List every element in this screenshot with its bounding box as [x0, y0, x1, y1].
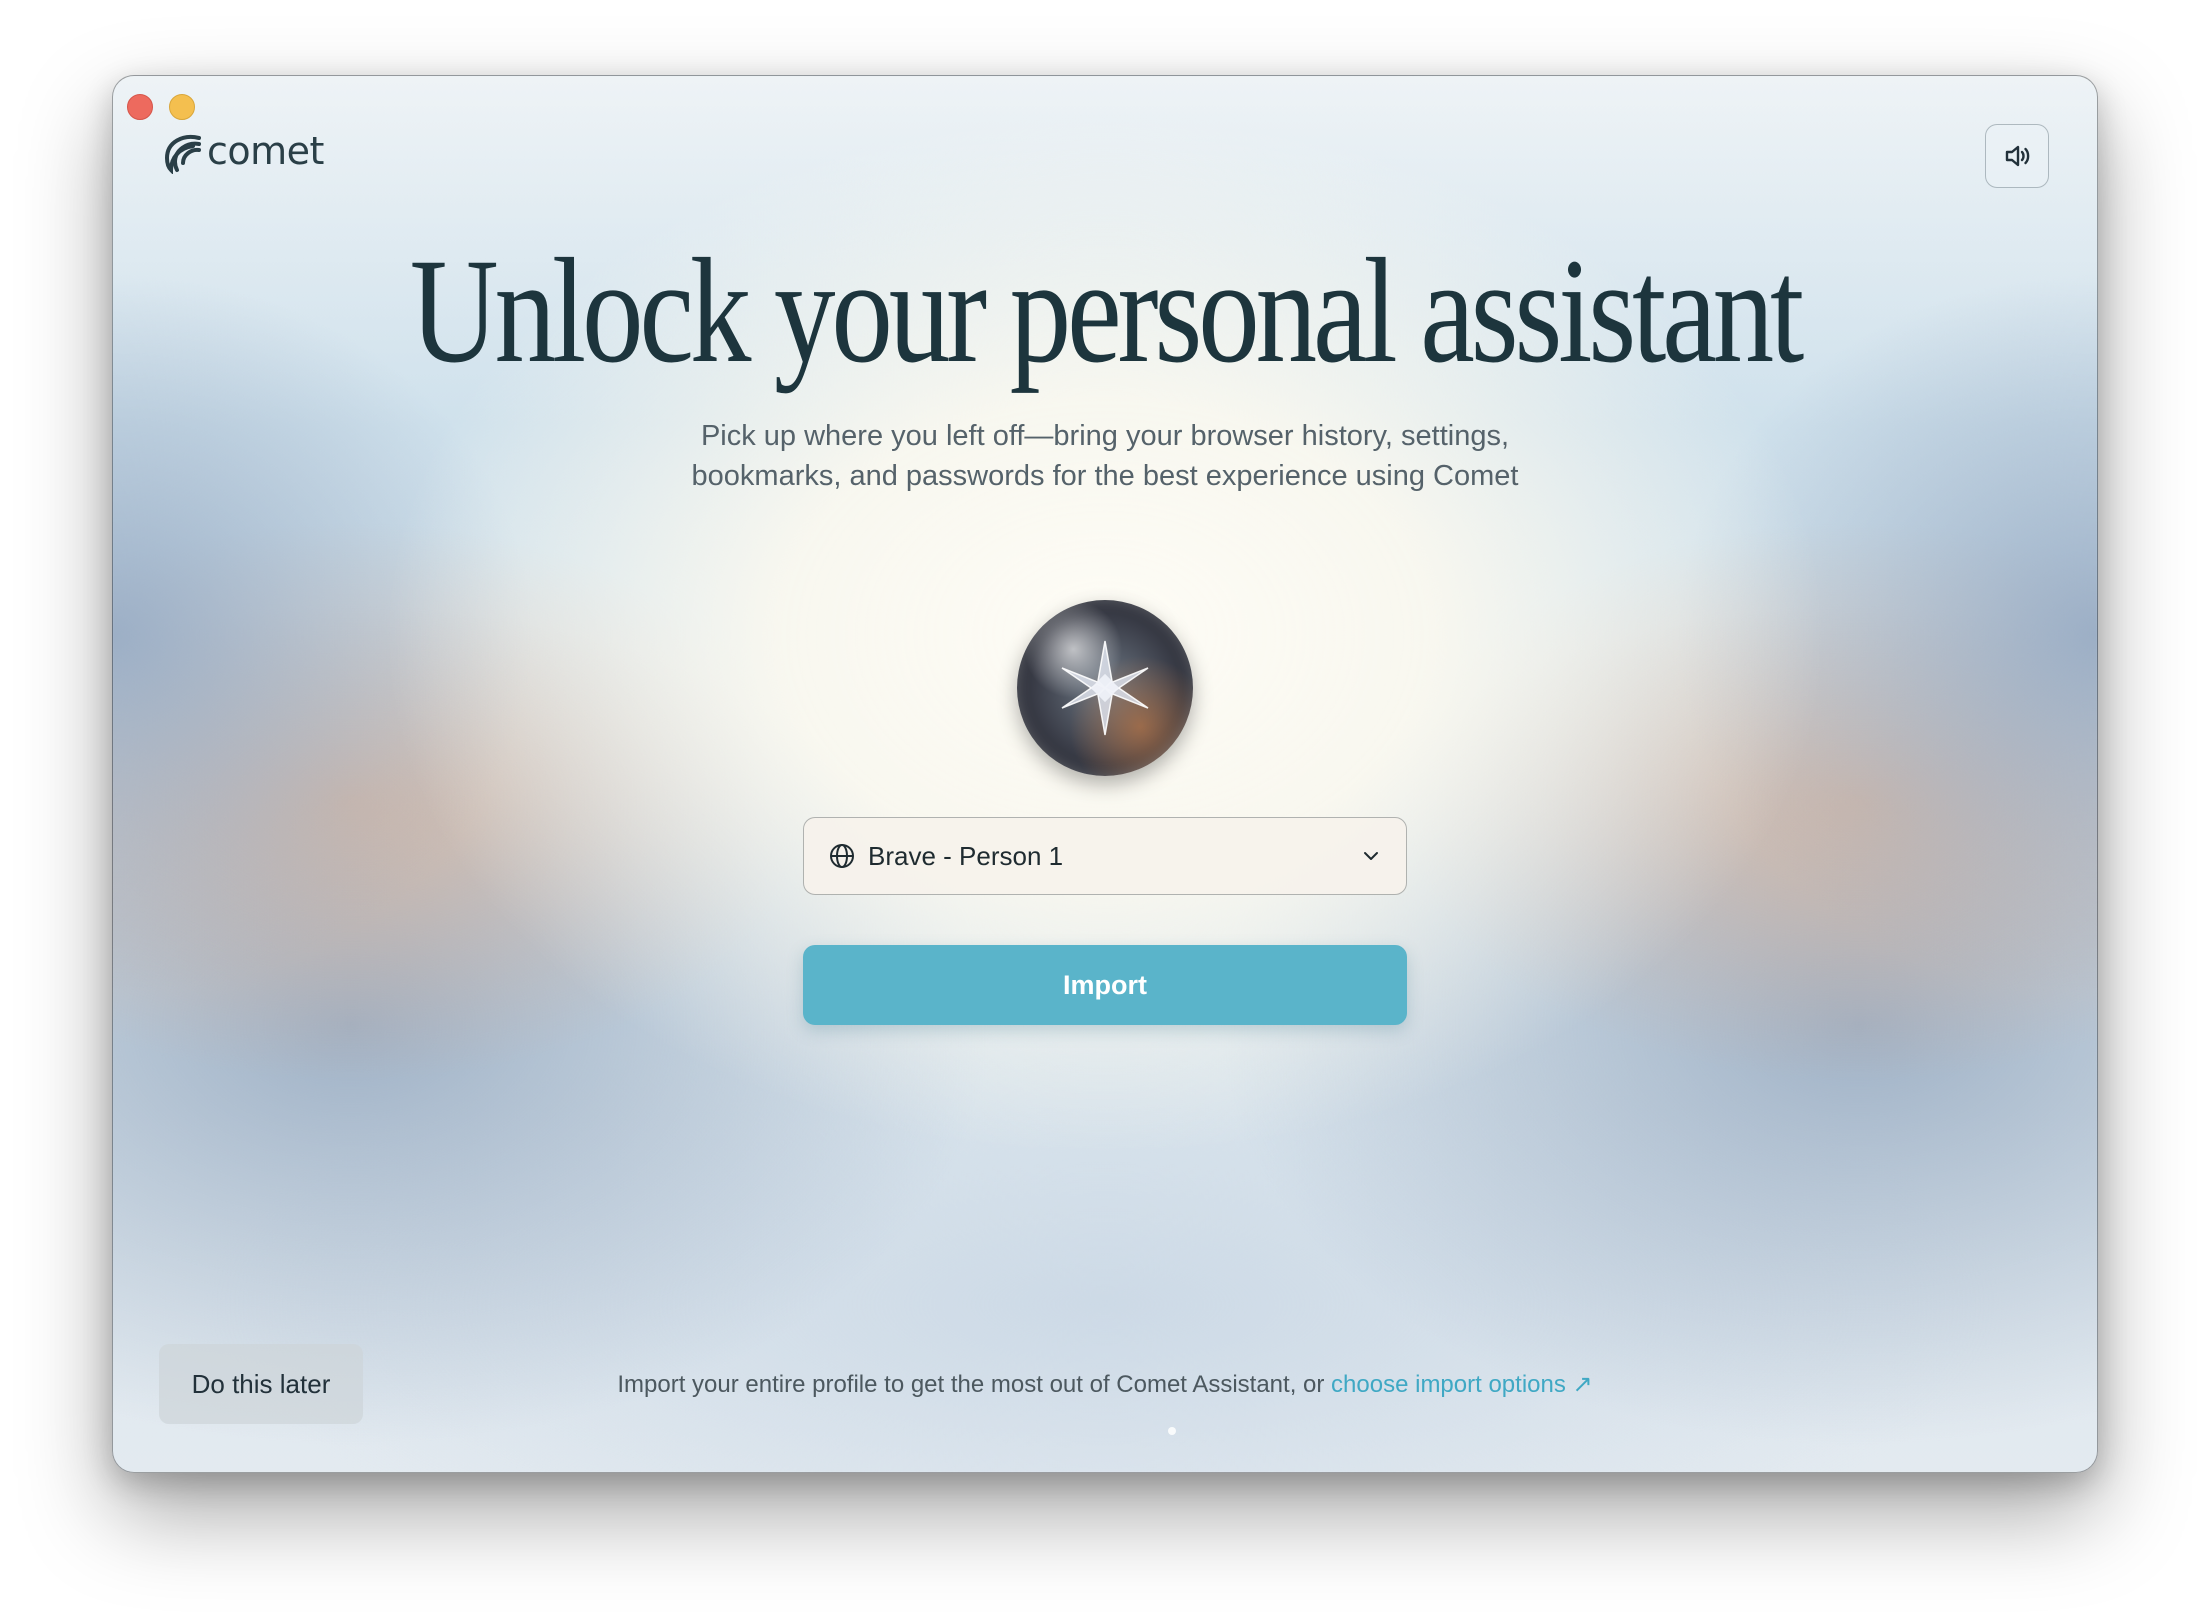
page-indicator-dot [1168, 1427, 1176, 1435]
window-controls [127, 94, 195, 120]
selected-profile: Brave - Person 1 [868, 840, 1064, 871]
footer-note-text: Import your entire profile to get the mo… [617, 1371, 1332, 1398]
close-window-button[interactable] [127, 94, 153, 120]
comet-logo-icon [164, 135, 201, 174]
onboarding-window: comet Unlock your personal assistant Pic… [112, 75, 2098, 1473]
sound-toggle-button[interactable] [1985, 124, 2049, 188]
speaker-icon [2005, 145, 2030, 167]
comet-logo: comet [159, 128, 324, 174]
minimize-window-button[interactable] [169, 94, 195, 120]
choose-import-options-link[interactable]: choose import options ↗ [1331, 1371, 1593, 1398]
subtitle-line-2: bookmarks, and passwords for the best ex… [691, 460, 1519, 492]
external-link-icon: ↗ [1572, 1371, 1593, 1398]
browser-profile-select[interactable]: Brave - Person 1 [803, 817, 1407, 895]
brand-name: comet [207, 129, 324, 173]
choose-import-options-label: choose import options [1331, 1371, 1566, 1398]
assistant-orb [1017, 600, 1193, 776]
subtitle-line-1: Pick up where you left off—bring your br… [700, 420, 1510, 452]
chevron-down-icon [1364, 852, 1378, 860]
star-orb-icon [1061, 640, 1149, 736]
import-footer-note: Import your entire profile to get the mo… [113, 1370, 2097, 1399]
page-subtitle: Pick up where you left off—bring your br… [113, 416, 2097, 496]
globe-icon [830, 844, 854, 868]
page-title: Unlock your personal assistant [409, 228, 1804, 394]
import-button[interactable]: Import [803, 945, 1407, 1025]
